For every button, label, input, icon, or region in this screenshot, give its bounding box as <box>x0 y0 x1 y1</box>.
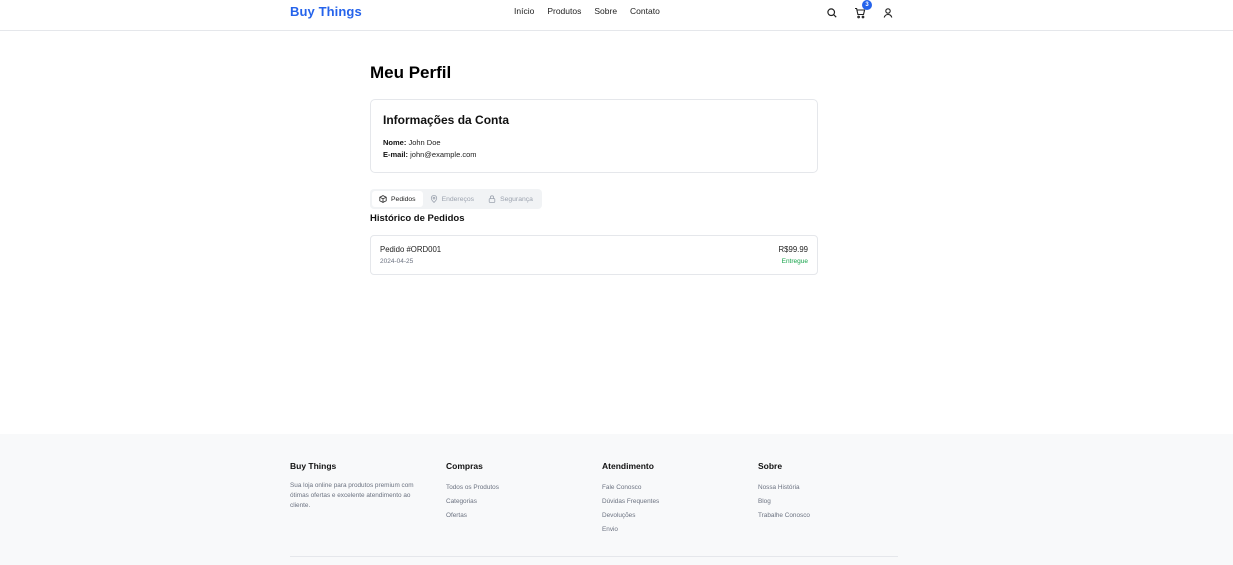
brand-logo[interactable]: Buy Things <box>290 4 362 19</box>
footer-divider <box>290 556 898 557</box>
site-header: Buy Things Início Produtos Sobre Contato <box>0 0 1233 31</box>
nav-link-produtos[interactable]: Produtos <box>547 6 581 16</box>
footer-link[interactable]: Trabalhe Conosco <box>758 509 810 523</box>
orders-history-title: Histórico de Pedidos <box>370 213 465 224</box>
footer-about-text: Sua loja online para produtos premium co… <box>290 482 414 509</box>
footer-brand: Buy Things <box>290 461 337 471</box>
nav-link-inicio[interactable]: Início <box>514 6 534 16</box>
name-value: John Doe <box>408 138 441 147</box>
account-info-card: Informações da Conta Nome: John Doe E-ma… <box>370 99 818 173</box>
email-value: john@example.com <box>410 150 477 159</box>
footer-col-title: Compras <box>446 461 483 471</box>
tab-seguranca-label: Segurança <box>500 195 533 203</box>
lock-icon <box>488 195 496 203</box>
footer-link[interactable]: Dúvidas Frequentes <box>602 495 659 509</box>
footer-link[interactable]: Ofertas <box>446 509 499 523</box>
map-pin-icon <box>430 195 438 203</box>
account-name-row: Nome: John Doe <box>383 138 441 147</box>
footer-col-atendimento: Atendimento Fale Conosco Dúvidas Frequen… <box>602 461 659 537</box>
page-title: Meu Perfil <box>370 63 452 82</box>
name-label: Nome: <box>383 138 407 147</box>
order-price: R$99.99 <box>778 245 808 254</box>
order-item[interactable]: Pedido #ORD001 2024-04-25 R$99.99 Entreg… <box>370 235 818 275</box>
tab-enderecos[interactable]: Endereços <box>423 191 482 207</box>
order-date: 2024-04-25 <box>380 258 414 265</box>
tab-pedidos[interactable]: Pedidos <box>372 191 423 207</box>
footer-link[interactable]: Todos os Produtos <box>446 481 499 495</box>
footer-about: Buy Things Sua loja online para produtos… <box>290 461 430 511</box>
footer-link[interactable]: Blog <box>758 495 810 509</box>
footer-col-title: Sobre <box>758 461 783 471</box>
footer-col-title: Atendimento <box>602 461 654 471</box>
nav-link-contato[interactable]: Contato <box>630 6 660 16</box>
main-nav: Início Produtos Sobre Contato <box>514 6 660 16</box>
order-status: Entregue <box>781 258 808 265</box>
tab-enderecos-label: Endereços <box>441 195 475 203</box>
footer-link[interactable]: Categorias <box>446 495 499 509</box>
tab-seguranca[interactable]: Segurança <box>481 191 540 207</box>
package-icon <box>379 195 387 203</box>
search-icon[interactable] <box>826 7 838 19</box>
email-label: E-mail: <box>383 150 409 159</box>
user-icon[interactable] <box>882 7 894 19</box>
order-id: Pedido #ORD001 <box>380 245 442 254</box>
footer-link[interactable]: Devoluções <box>602 509 659 523</box>
footer-col-compras: Compras Todos os Produtos Categorias Ofe… <box>446 461 499 523</box>
account-info-title: Informações da Conta <box>383 113 510 127</box>
footer-link[interactable]: Envio <box>602 523 659 537</box>
footer-link[interactable]: Fale Conosco <box>602 481 659 495</box>
site-footer: Buy Things Sua loja online para produtos… <box>0 434 1233 565</box>
footer-link[interactable]: Nossa História <box>758 481 810 495</box>
account-email-row: E-mail: john@example.com <box>383 150 477 159</box>
profile-tabs: Pedidos Endereços Segurança <box>370 189 542 209</box>
tab-pedidos-label: Pedidos <box>391 195 416 203</box>
footer-col-sobre: Sobre Nossa História Blog Trabalhe Conos… <box>758 461 810 523</box>
cart-count-badge: 3 <box>862 0 872 10</box>
nav-link-sobre[interactable]: Sobre <box>594 6 617 16</box>
